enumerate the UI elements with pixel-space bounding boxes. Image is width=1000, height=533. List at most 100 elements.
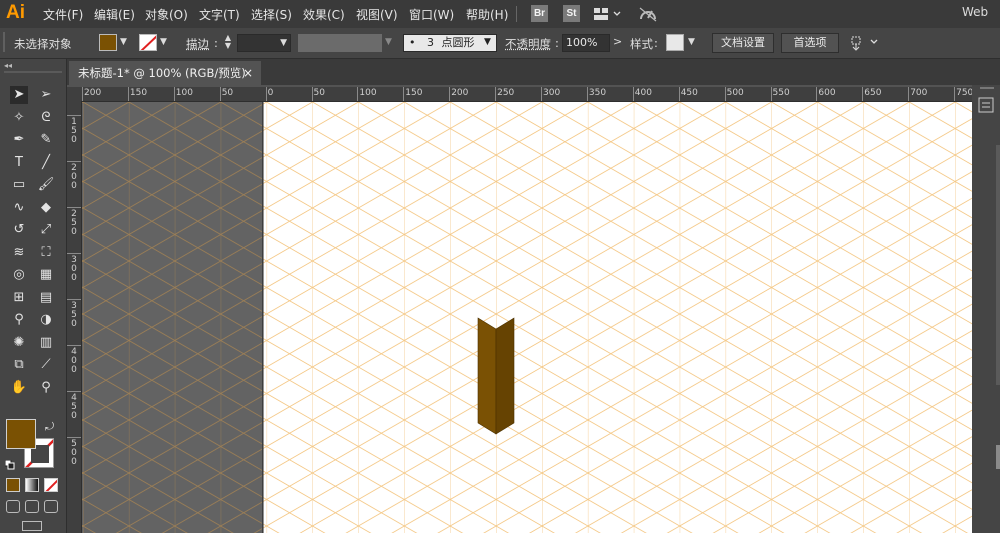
style-dropdown-icon[interactable]: ▼ (688, 37, 695, 47)
menu-view[interactable]: 视图(V) (356, 6, 398, 23)
draw-inside-icon[interactable] (44, 500, 58, 513)
horizontal-ruler[interactable]: 200 150 100 50 0 50 100 150 200 250 300 350 400 450 50… (82, 87, 972, 102)
tools-panel-grip[interactable] (4, 71, 62, 73)
workspace-switcher[interactable]: Web (962, 5, 988, 19)
document-tab[interactable]: 未标题-1* @ 100% (RGB/预览) × (69, 61, 261, 85)
fill-color-box[interactable] (6, 419, 36, 449)
blend-tool-icon[interactable]: ◑ (37, 311, 55, 329)
gradient-mode-button[interactable] (25, 478, 39, 492)
shaper-tool-icon[interactable]: ∿ (10, 199, 28, 217)
menu-effect[interactable]: 效果(C) (303, 6, 345, 23)
scrollbar-thumb[interactable] (996, 445, 1000, 469)
menu-type[interactable]: 文字(T) (199, 6, 240, 23)
selection-tool-icon[interactable]: ➤ (10, 86, 28, 104)
opacity-arrow-icon[interactable]: > (613, 35, 622, 48)
scale-tool-icon[interactable]: ⤢ (37, 221, 55, 239)
gpu-performance-icon[interactable] (638, 5, 658, 26)
default-fill-stroke-icon[interactable] (4, 459, 15, 470)
ruler-tick-label: 700 (910, 88, 928, 98)
slice-tool-icon[interactable]: ⟋ (37, 356, 55, 374)
stroke-weight-field[interactable]: ▼ (237, 34, 291, 52)
stroke-label[interactable]: 描边 (186, 36, 209, 52)
ruler-tick-mark (770, 87, 772, 101)
ruler-tick-label: 500 (726, 88, 744, 98)
control-bar: 未选择对象 ▼ ▼ 描边 : ▲ ▼ ▼ ▼ • 3 点圆形 ▼ 不透明度 : 1… (0, 28, 1000, 59)
screen-mode-icon[interactable] (22, 521, 42, 531)
ruler-tick-mark (173, 87, 175, 101)
eraser-tool-icon[interactable]: ◆ (37, 199, 55, 217)
mesh-tool-icon[interactable]: ⊞ (10, 289, 28, 307)
opacity-input[interactable]: 100% (562, 34, 610, 52)
direct-selection-tool-icon[interactable]: ➢ (37, 86, 55, 104)
ruler-tick-label: 150 (129, 88, 148, 98)
stock-button[interactable]: St (563, 5, 580, 22)
lasso-tool-icon[interactable]: ᘓ (37, 109, 55, 127)
ruler-tick-mark (862, 87, 864, 101)
menu-window[interactable]: 窗口(W) (409, 6, 454, 23)
vertical-ruler[interactable]: 150 200 250 300 350 400 450 500 (67, 101, 82, 533)
variable-width-profile[interactable] (298, 34, 382, 52)
swap-fill-stroke-icon[interactable]: ⤾ (45, 420, 54, 434)
eyedropper-tool-icon[interactable]: ⚲ (10, 311, 28, 329)
close-tab-icon[interactable]: × (243, 61, 253, 85)
type-tool-icon[interactable]: T (10, 154, 28, 172)
ruler-tick-label: 500 (71, 439, 77, 467)
ruler-tick-label: 200 (84, 88, 102, 98)
hand-tool-icon[interactable]: ✋ (10, 379, 28, 397)
draw-normal-icon[interactable] (6, 500, 20, 513)
ruler-tick-mark (67, 161, 81, 162)
menu-file[interactable]: 文件(F) (43, 6, 83, 23)
dock-grip[interactable] (980, 87, 994, 89)
stroke-swatch[interactable] (139, 34, 157, 51)
warp-tool-icon[interactable]: ≋ (10, 244, 28, 262)
profile-dropdown-icon[interactable]: ▼ (385, 37, 392, 47)
brush-shape: 点圆形 (441, 36, 475, 49)
free-transform-tool-icon[interactable]: ⛶ (37, 244, 55, 262)
none-mode-button[interactable] (44, 478, 58, 492)
ruler-tick-mark (67, 437, 81, 438)
pen-tool-icon[interactable]: ✒ (10, 131, 28, 149)
menu-object[interactable]: 对象(O) (145, 6, 188, 23)
ruler-tick-label: 150 (71, 117, 77, 145)
gradient-tool-icon[interactable]: ▤ (37, 289, 55, 307)
perspective-grid-tool-icon[interactable]: ▦ (37, 266, 55, 284)
artboard-tool-icon[interactable]: ⧉ (10, 356, 28, 374)
opacity-label[interactable]: 不透明度 (505, 36, 551, 52)
bridge-button[interactable]: Br (531, 5, 548, 22)
curvature-tool-icon[interactable]: ✎ (37, 131, 55, 149)
magic-wand-tool-icon[interactable]: ✧ (10, 109, 28, 127)
color-mode-button[interactable] (6, 478, 20, 492)
ruler-origin[interactable] (67, 87, 82, 101)
zoom-tool-icon[interactable]: ⚲ (37, 379, 55, 397)
draw-behind-icon[interactable] (25, 500, 39, 513)
vertical-scrollbar[interactable] (996, 145, 1000, 385)
stroke-dropdown-icon[interactable]: ▼ (160, 37, 167, 47)
ruler-tick-mark (632, 87, 634, 101)
preferences-button[interactable]: 首选项 (781, 33, 839, 53)
canvas[interactable] (82, 102, 972, 533)
brush-dropdown-icon[interactable]: ▼ (484, 37, 491, 47)
fill-swatch[interactable] (99, 34, 117, 51)
ruler-tick-label: 250 (71, 209, 77, 237)
collapse-panel-icon[interactable]: ◂◂ (4, 61, 12, 70)
align-options-icon[interactable] (849, 34, 881, 55)
menu-edit[interactable]: 编辑(E) (94, 6, 135, 23)
symbol-sprayer-tool-icon[interactable]: ✺ (10, 334, 28, 352)
stroke-stepper-icon[interactable]: ▲ ▼ (222, 34, 234, 52)
rectangle-tool-icon[interactable]: ▭ (10, 176, 28, 194)
column-graph-tool-icon[interactable]: ▥ (37, 334, 55, 352)
rotate-tool-icon[interactable]: ↺ (10, 221, 28, 239)
arrange-documents-icon[interactable] (594, 7, 622, 24)
properties-panel-icon[interactable] (976, 95, 996, 115)
shape-builder-tool-icon[interactable]: ◎ (10, 266, 28, 284)
document-setup-button[interactable]: 文档设置 (712, 33, 774, 53)
control-bar-grip[interactable] (3, 32, 5, 52)
brush-definition[interactable]: • 3 点圆形 (403, 34, 497, 52)
graphic-style-swatch[interactable] (666, 34, 684, 51)
menu-help[interactable]: 帮助(H) (466, 6, 508, 23)
fill-dropdown-icon[interactable]: ▼ (120, 37, 127, 47)
chevron-down-icon[interactable]: ▼ (280, 38, 287, 48)
menu-select[interactable]: 选择(S) (251, 6, 292, 23)
line-tool-icon[interactable]: ╱ (37, 154, 55, 172)
paintbrush-tool-icon[interactable]: 🖌 (37, 176, 55, 194)
